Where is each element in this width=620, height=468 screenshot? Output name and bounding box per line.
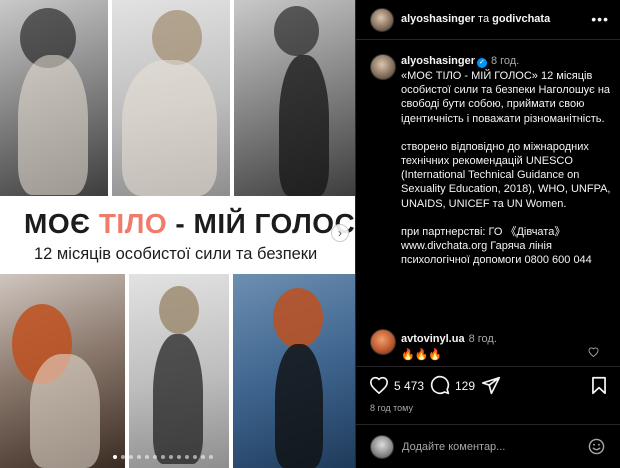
caption-text: «МОЄ ТІЛО - МІЙ ГОЛОС» 12 місяців особис… — [401, 69, 613, 267]
post-media-carousel[interactable]: МОЄ ТІЛО - МІЙ ГОЛОС 12 місяців особисто… — [0, 0, 355, 468]
carousel-dot[interactable] — [209, 455, 213, 459]
comments-count[interactable]: 129 — [455, 379, 475, 393]
caption-paragraph: при партнерстві: ГО 《Дівчата》 www.divcha… — [401, 225, 592, 267]
carousel-dot[interactable] — [177, 455, 181, 459]
comment-input[interactable] — [402, 437, 582, 457]
post-authors: alyoshasinger та godivchata — [401, 13, 550, 25]
carousel-dot[interactable] — [193, 455, 197, 459]
post-header: alyoshasinger та godivchata ••• — [356, 0, 620, 40]
like-heart-icon[interactable] — [369, 376, 389, 399]
photo-top-left — [0, 0, 108, 196]
photo-bottom-left — [0, 274, 125, 468]
carousel-dots — [113, 455, 213, 459]
post-banner: МОЄ ТІЛО - МІЙ ГОЛОС 12 місяців особисто… — [0, 196, 355, 274]
carousel-next-icon[interactable]: › — [331, 224, 349, 242]
comment-like-icon[interactable] — [588, 346, 599, 360]
carousel-dot[interactable] — [145, 455, 149, 459]
post-side-panel: alyoshasinger та godivchata ••• alyoshas… — [355, 0, 620, 468]
carousel-dot[interactable] — [137, 455, 141, 459]
carousel-dot[interactable] — [121, 455, 125, 459]
caption-author[interactable]: alyoshasinger — [401, 55, 475, 67]
photo-bottom-right — [233, 274, 355, 468]
emoji-smile-icon[interactable] — [588, 438, 605, 460]
banner-title: МОЄ ТІЛО - МІЙ ГОЛОС — [24, 208, 355, 239]
photo-top-middle — [112, 0, 230, 196]
current-user-avatar — [370, 435, 394, 459]
commenter-username[interactable]: avtovinyl.ua — [401, 333, 465, 345]
add-comment-bar — [356, 424, 620, 468]
caption-paragraph: створено відповідно до міжнародних техні… — [401, 140, 611, 210]
caption-header: alyoshasinger ✓ 8 год. — [401, 55, 519, 68]
comment-bubble-icon[interactable] — [430, 375, 450, 400]
carousel-dot[interactable] — [113, 455, 117, 459]
comment-header: avtovinyl.ua 8 год. — [401, 333, 497, 345]
carousel-dot[interactable] — [161, 455, 165, 459]
more-horizontal-icon[interactable]: ••• — [591, 11, 609, 27]
author-separator: та — [474, 13, 493, 25]
carousel-dot[interactable] — [129, 455, 133, 459]
coauthor-username[interactable]: godivchata — [492, 13, 550, 25]
photo-top-right — [234, 0, 355, 196]
photo-bottom-middle — [129, 274, 229, 468]
commenter-avatar[interactable] — [370, 329, 396, 355]
carousel-dot[interactable] — [185, 455, 189, 459]
caption-time: 8 год. — [490, 55, 520, 67]
caption-paragraph: «МОЄ ТІЛО - МІЙ ГОЛОС» 12 місяців особис… — [401, 70, 611, 125]
verified-badge-icon: ✓ — [476, 58, 487, 68]
comment-time: 8 год. — [468, 333, 497, 345]
banner-subtitle: 12 місяців особистої сили та безпеки — [34, 245, 318, 263]
author-avatar[interactable] — [370, 8, 394, 32]
caption-author-avatar[interactable] — [370, 54, 396, 80]
author-username[interactable]: alyoshasinger — [401, 13, 475, 25]
likes-count[interactable]: 5 473 — [394, 379, 424, 393]
comment-text: 🔥🔥🔥 — [401, 349, 443, 361]
save-bookmark-icon[interactable] — [591, 376, 607, 400]
carousel-dot[interactable] — [169, 455, 173, 459]
carousel-dot[interactable] — [201, 455, 205, 459]
share-send-icon[interactable] — [481, 376, 501, 400]
caption-area: alyoshasinger ✓ 8 год. «МОЄ ТІЛО - МІЙ ГОЛ… — [356, 41, 620, 366]
comment-item: avtovinyl.ua 8 год. 🔥🔥🔥 — [356, 329, 620, 369]
carousel-dot[interactable] — [153, 455, 157, 459]
post-date: 8 год тому — [370, 403, 413, 413]
